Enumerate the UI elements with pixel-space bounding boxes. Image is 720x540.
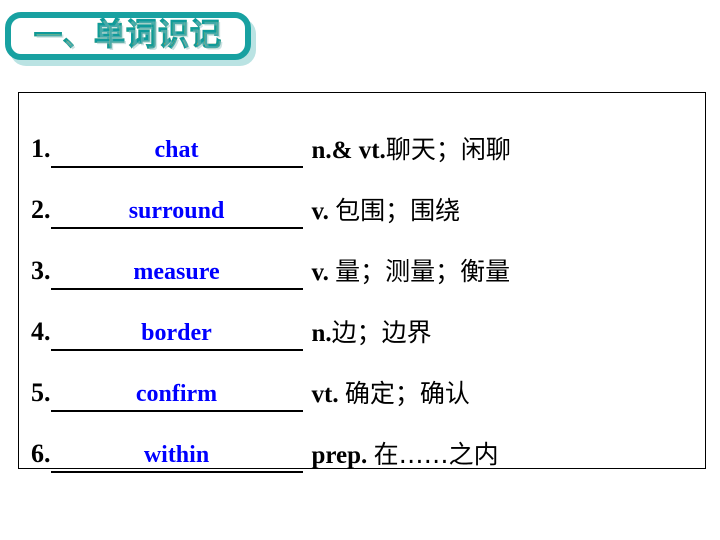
answer-blank[interactable]: within	[50, 441, 303, 473]
vocabulary-list: 1. chat n.& vt.聊天；闲聊 2. surround v. 包围；围…	[31, 107, 697, 473]
vocabulary-row: 1. chat n.& vt.聊天；闲聊	[31, 107, 697, 168]
vocabulary-row: 4. border n.边；边界	[31, 290, 697, 351]
definition: v. 量；测量；衡量	[303, 259, 511, 290]
part-of-speech: n.& vt.	[311, 137, 386, 164]
vocabulary-row: 5. confirm vt. 确定；确认	[31, 351, 697, 412]
answer-word: measure	[133, 258, 220, 285]
definition: n.边；边界	[303, 320, 432, 351]
vocabulary-content-box: 1. chat n.& vt.聊天；闲聊 2. surround v. 包围；围…	[18, 92, 706, 473]
definition: v. 包围；围绕	[303, 198, 461, 229]
row-number: 5.	[31, 378, 51, 407]
vocabulary-row: 2. surround v. 包围；围绕	[31, 168, 697, 229]
row-number: 6.	[31, 439, 51, 468]
answer-blank[interactable]: border	[50, 319, 303, 351]
definition: n.& vt.聊天；闲聊	[303, 137, 511, 168]
answer-blank[interactable]: confirm	[50, 380, 303, 412]
answer-blank[interactable]: surround	[50, 197, 303, 229]
definition: prep. 在……之内	[303, 442, 499, 473]
part-of-speech: v.	[311, 259, 336, 286]
part-of-speech: prep.	[311, 442, 374, 469]
part-of-speech: n.	[311, 320, 332, 347]
section-title-banner-inner: 一、 单词识记	[11, 16, 245, 53]
answer-word: surround	[128, 197, 225, 224]
row-number: 1.	[31, 134, 51, 163]
section-title-banner: 一、 单词识记	[5, 12, 251, 60]
section-title-prefix: 一、	[33, 18, 92, 52]
definition-chinese: 聊天；闲聊	[385, 135, 511, 164]
vocabulary-row: 6. within prep. 在……之内	[31, 412, 697, 473]
definition-chinese: 包围；围绕	[335, 196, 461, 225]
part-of-speech: v.	[311, 198, 336, 225]
definition-chinese: 在……之内	[373, 440, 499, 469]
definition-chinese: 确定；确认	[344, 379, 470, 408]
answer-word: confirm	[135, 380, 218, 407]
row-number: 4.	[31, 317, 51, 346]
definition: vt. 确定；确认	[303, 381, 470, 412]
answer-word: chat	[154, 136, 199, 163]
part-of-speech: vt.	[311, 381, 345, 408]
row-number: 3.	[31, 256, 51, 285]
vocabulary-row: 3. measure v. 量；测量；衡量	[31, 229, 697, 290]
row-number: 2.	[31, 195, 51, 224]
definition-chinese: 量；测量；衡量	[335, 257, 511, 286]
definition-chinese: 边；边界	[331, 318, 432, 347]
answer-word: border	[141, 319, 212, 346]
answer-blank[interactable]: chat	[50, 136, 303, 168]
answer-word: within	[143, 441, 210, 468]
answer-blank[interactable]: measure	[50, 258, 303, 290]
section-title-text: 单词识记	[93, 16, 222, 53]
